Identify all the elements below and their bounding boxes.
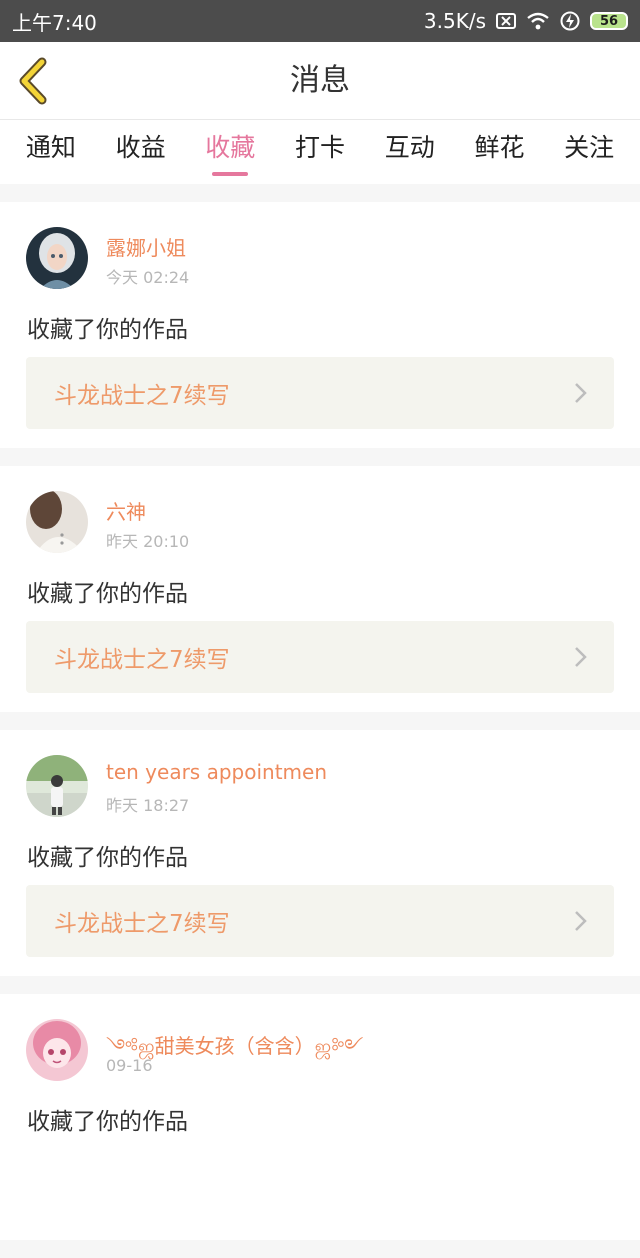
chevron-right-icon [574,646,588,668]
timestamp: 昨天 20:10 [106,532,190,551]
username[interactable]: ten years appointmen [106,760,327,784]
chevron-right-icon [574,382,588,404]
charging-icon [560,11,580,31]
message-list: 露娜小姐 今天 02:24 收藏了你的作品 斗龙战士之7续写 六神 昨天 20:… [0,202,640,1258]
action-text: 收藏了你的作品 [27,845,188,871]
status-time: 上午7:40 [12,10,97,35]
action-text: 收藏了你的作品 [27,317,188,343]
status-bar: 上午7:40 3.5K/s 56 [0,0,640,42]
wifi-icon [526,12,550,30]
back-button[interactable] [14,56,54,106]
timestamp: 今天 02:24 [106,268,190,287]
work-link[interactable]: 斗龙战士之7续写 [26,621,614,693]
tab-favorites[interactable]: 收藏 [185,120,275,184]
tab-checkin[interactable]: 打卡 [275,120,365,184]
avatar[interactable] [26,755,88,817]
no-sim-icon [496,12,516,30]
battery-icon: 56 [590,12,628,30]
timestamp: 昨天 18:27 [106,796,190,815]
chevron-right-icon [574,910,588,932]
message-card: 六神 昨天 20:10 收藏了你的作品 斗龙战士之7续写 [0,466,640,712]
tab-flowers[interactable]: 鲜花 [455,120,545,184]
tab-notice[interactable]: 通知 [6,120,96,184]
page-title: 消息 [290,63,350,98]
network-speed: 3.5K/s [423,9,486,33]
tab-earnings[interactable]: 收益 [96,120,186,184]
username[interactable]: 六神 [106,496,146,525]
message-card: 露娜小姐 今天 02:24 收藏了你的作品 斗龙战士之7续写 [0,202,640,448]
username[interactable]: 露娜小姐 [106,232,186,261]
work-title: 斗龙战士之7续写 [54,647,230,673]
status-icons: 3.5K/s 56 [424,9,628,33]
work-title: 斗龙战士之7续写 [54,911,230,937]
app-header: 消息 [0,42,640,120]
timestamp: 09-16 [106,1056,153,1075]
avatar[interactable] [26,1019,88,1081]
work-link[interactable]: 斗龙战士之7续写 [26,885,614,957]
work-link[interactable]: 斗龙战士之7续写 [26,357,614,429]
message-card: ༺ஜ甜美女孩（含含）ஜ༻ 09-16 收藏了你的作品 [0,994,640,1240]
message-card: ten years appointmen 昨天 18:27 收藏了你的作品 斗龙… [0,730,640,976]
back-arrow-icon [19,57,47,105]
avatar[interactable] [26,491,88,553]
work-title: 斗龙战士之7续写 [54,383,230,409]
action-text: 收藏了你的作品 [27,1109,188,1135]
action-text: 收藏了你的作品 [27,581,188,607]
message-tabs: 通知 收益 收藏 打卡 互动 鲜花 关注 [0,120,640,184]
battery-level: 56 [599,13,619,29]
tab-interaction[interactable]: 互动 [365,120,455,184]
tab-following[interactable]: 关注 [544,120,634,184]
avatar[interactable] [26,227,88,289]
